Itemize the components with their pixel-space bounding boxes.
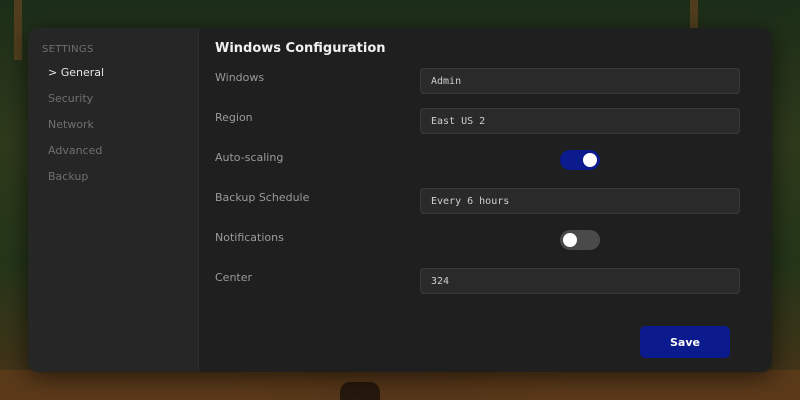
backup-schedule-field[interactable]: [420, 188, 740, 214]
notifications-toggle[interactable]: [560, 230, 600, 250]
settings-sidebar: SETTINGS > General Security Network Adva…: [28, 28, 199, 372]
sidebar-item-advanced[interactable]: Advanced: [48, 144, 102, 157]
center-field[interactable]: [420, 268, 740, 294]
background-floor: [0, 370, 800, 400]
notifications-label: Notifications: [215, 231, 284, 244]
settings-panel: SETTINGS > General Security Network Adva…: [28, 28, 772, 372]
sidebar-item-security[interactable]: Security: [48, 92, 93, 105]
sidebar-item-backup[interactable]: Backup: [48, 170, 88, 183]
backup-schedule-label: Backup Schedule: [215, 191, 310, 204]
sidebar-item-network[interactable]: Network: [48, 118, 94, 131]
region-label: Region: [215, 111, 253, 124]
background-stripe: [14, 0, 22, 60]
windows-field[interactable]: [420, 68, 740, 94]
region-field[interactable]: [420, 108, 740, 134]
windows-label: Windows: [215, 71, 265, 84]
sidebar-heading: SETTINGS: [42, 44, 94, 55]
auto-scaling-label: Auto-scaling: [215, 151, 284, 164]
toggle-knob: [563, 233, 577, 247]
sidebar-item-general[interactable]: > General: [48, 66, 104, 79]
save-button[interactable]: Save: [640, 326, 730, 358]
settings-content: Windows Configuration 44 Windows Region …: [198, 28, 772, 372]
background-figure: [340, 382, 380, 400]
center-label: Center: [215, 271, 253, 284]
page-title: Windows Configuration: [215, 41, 386, 56]
auto-scaling-toggle[interactable]: [560, 150, 600, 170]
toggle-knob: [583, 153, 597, 167]
